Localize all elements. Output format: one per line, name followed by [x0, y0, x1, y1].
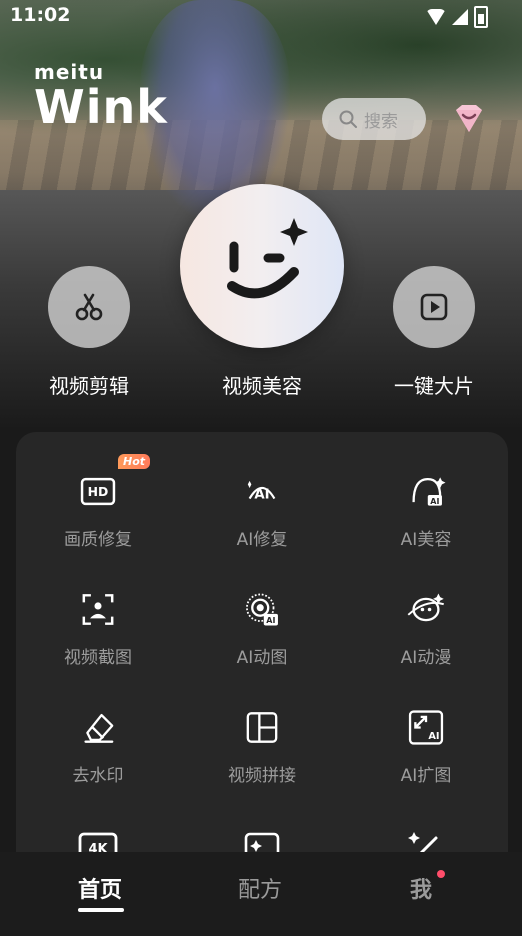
tool-label: 视频拼接: [228, 766, 296, 786]
svg-text:AI: AI: [254, 488, 269, 503]
svg-text:HD: HD: [88, 484, 109, 499]
vip-diamond-icon[interactable]: [452, 104, 486, 134]
hot-badge: Hot: [118, 454, 151, 469]
ai-repair-icon: AI: [247, 480, 276, 503]
hd-icon: HD: [80, 477, 116, 506]
status-bar: 11:02: [0, 0, 522, 30]
logo-wink: Wink: [34, 80, 168, 134]
collage-icon: [246, 712, 278, 743]
wifi-icon: [426, 9, 446, 25]
bottom-tab-bar: 首页 配方 我: [0, 852, 522, 936]
scissors-icon: [75, 293, 103, 321]
tool-ai-animate[interactable]: AI AI动图: [180, 550, 344, 668]
tool-ai-repair[interactable]: AI AI修复: [180, 432, 344, 550]
svg-text:AI: AI: [266, 616, 275, 625]
tool-ai-expand[interactable]: AI AI扩图: [344, 668, 508, 786]
tool-label: AI美容: [400, 530, 452, 550]
svg-text:AI: AI: [430, 497, 439, 506]
tab-active-indicator: [78, 908, 124, 912]
tool-label: 画质修复: [64, 530, 132, 550]
tool-video-collage[interactable]: 视频拼接: [180, 668, 344, 786]
video-edit-button[interactable]: [48, 266, 130, 348]
tab-me[interactable]: 我: [410, 872, 432, 904]
one-click-blockbuster-label: 一键大片: [394, 374, 474, 398]
ai-animate-icon: AI: [246, 593, 278, 626]
tool-label: 去水印: [72, 766, 124, 786]
tool-video-screenshot[interactable]: 视频截图: [16, 550, 180, 668]
tab-home[interactable]: 首页: [78, 872, 122, 904]
tool-label: AI修复: [236, 530, 288, 550]
status-icons: [426, 6, 488, 28]
video-edit-label: 视频剪辑: [49, 374, 129, 398]
svg-text:AI: AI: [428, 731, 439, 742]
screenshot-icon: [82, 594, 114, 625]
app-logo: meitu Wink: [34, 60, 168, 130]
search-box[interactable]: 搜索: [322, 98, 426, 140]
tool-label: AI扩图: [400, 766, 452, 786]
eraser-icon: [84, 713, 114, 743]
ai-expand-icon: AI: [408, 710, 444, 745]
notification-dot: [437, 870, 445, 878]
tool-remove-watermark[interactable]: 去水印: [16, 668, 180, 786]
battery-icon: [474, 6, 488, 28]
ai-beauty-icon: AI: [412, 477, 446, 506]
play-icon: [420, 293, 448, 321]
search-placeholder: 搜索: [364, 111, 398, 132]
video-beauty-button[interactable]: [180, 184, 344, 348]
tool-quality-repair[interactable]: HD Hot 画质修复: [16, 432, 180, 550]
status-time: 11:02: [10, 4, 71, 26]
one-click-blockbuster-button[interactable]: [393, 266, 475, 348]
tool-label: 视频截图: [64, 648, 132, 668]
search-icon: [339, 110, 357, 128]
wink-face-icon: [227, 218, 308, 299]
tools-panel: HD Hot 画质修复 AI AI修复 AI AI美容 视频截图 AI AI动图…: [16, 432, 508, 872]
ai-anime-icon: [407, 593, 445, 622]
tool-label: AI动漫: [400, 648, 452, 668]
tool-ai-beauty[interactable]: AI AI美容: [344, 432, 508, 550]
signal-icon: [452, 9, 468, 25]
tool-ai-anime[interactable]: AI动漫: [344, 550, 508, 668]
tab-recipe[interactable]: 配方: [238, 872, 282, 904]
tool-label: AI动图: [236, 648, 288, 668]
video-beauty-label: 视频美容: [222, 374, 302, 398]
